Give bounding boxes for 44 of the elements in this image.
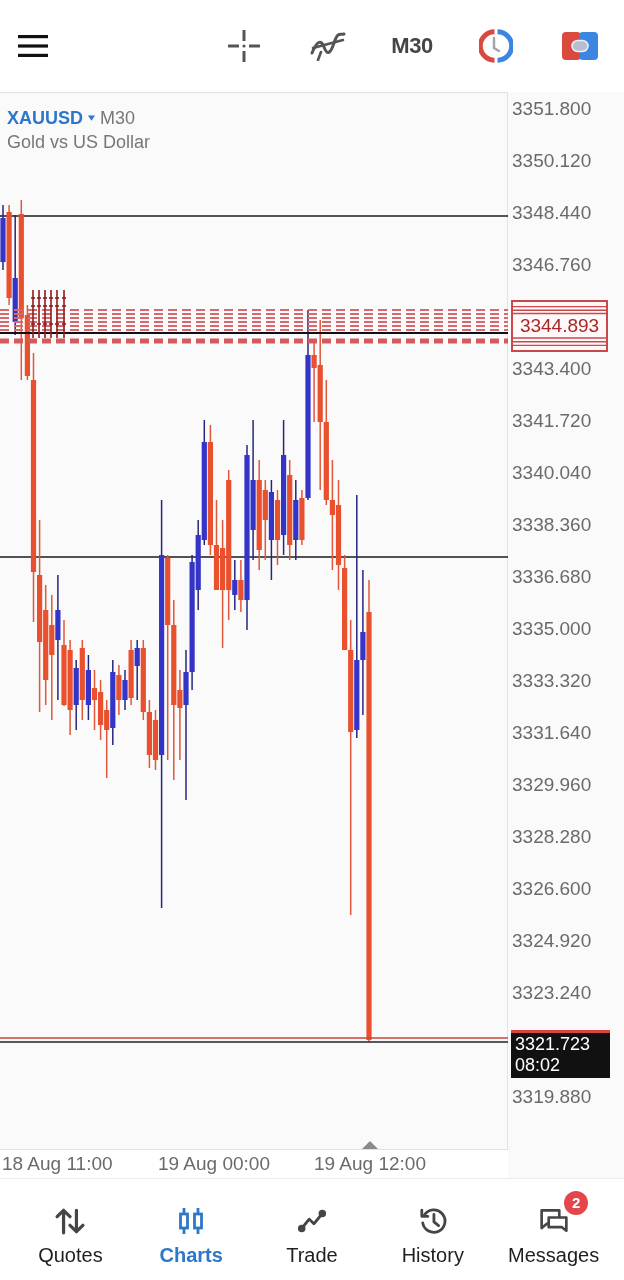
crosshair-icon[interactable] xyxy=(228,30,260,62)
price-label: 3329.960 xyxy=(511,774,592,796)
nav-tab[interactable]: Charts xyxy=(130,1179,252,1280)
notification-badge: 2 xyxy=(564,1191,589,1215)
price-label: 3351.800 xyxy=(511,98,592,120)
price-label: 3340.040 xyxy=(511,462,592,484)
chat-bubbles-icon xyxy=(538,1207,569,1235)
timeframe-label: M30 xyxy=(100,107,136,130)
price-label: 3331.640 xyxy=(511,722,592,744)
history-clock-icon xyxy=(417,1207,448,1235)
current-price: 3321.723 xyxy=(515,1034,591,1055)
price-label: 3335.000 xyxy=(511,618,592,640)
price-label: 3348.440 xyxy=(511,202,592,224)
price-label: 3336.680 xyxy=(511,566,592,588)
time-label: 18 Aug 11:00 xyxy=(2,1153,113,1175)
nav-tab[interactable]: Quotes xyxy=(10,1179,131,1280)
symbol-description: Gold vs US Dollar xyxy=(7,131,151,154)
indicator-wave-icon[interactable] xyxy=(310,31,346,61)
trade-markers-drawing xyxy=(30,289,67,339)
candle-timer: 08:02 xyxy=(515,1055,561,1076)
price-label: 3319.880 xyxy=(511,1086,592,1108)
order-price-tag: 3344.893 xyxy=(511,300,608,352)
price-label: 3343.400 xyxy=(511,358,592,380)
nav-tab[interactable]: History xyxy=(372,1179,494,1280)
up-down-arrows-icon xyxy=(55,1207,86,1235)
line-chart-icon xyxy=(297,1207,327,1235)
price-label: 3323.240 xyxy=(511,982,592,1004)
price-label: 3346.760 xyxy=(511,254,592,276)
time-label: 19 Aug 00:00 xyxy=(158,1153,270,1175)
split-card-icon[interactable] xyxy=(562,32,598,60)
time-label: 19 Aug 12:00 xyxy=(314,1153,426,1175)
price-label: 3338.360 xyxy=(511,514,592,536)
caret-icon[interactable] xyxy=(88,115,95,121)
price-label: 3333.320 xyxy=(511,670,592,692)
nav-tab[interactable]: Trade xyxy=(251,1179,373,1280)
clock-ring-icon[interactable] xyxy=(479,29,513,63)
symbol-name[interactable]: XAUUSD xyxy=(7,106,83,130)
price-label: 3326.600 xyxy=(511,878,592,900)
price-label: 3350.120 xyxy=(511,150,592,172)
timeframe-button[interactable]: M30 xyxy=(391,33,433,59)
price-label: 3341.720 xyxy=(511,410,592,432)
price-label: 3324.920 xyxy=(511,930,592,952)
price-label: 3328.280 xyxy=(511,826,592,848)
menu-icon[interactable] xyxy=(18,35,48,57)
